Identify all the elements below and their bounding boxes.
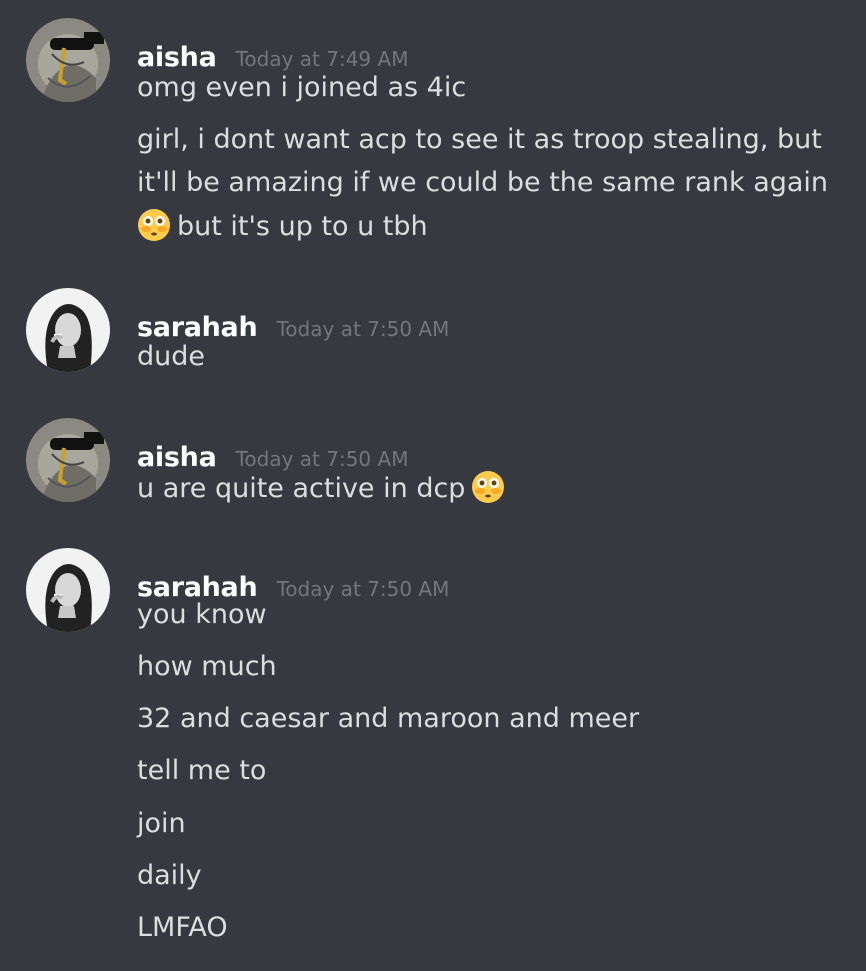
timestamp: Today at 7:50 AM	[235, 447, 409, 471]
message-text: u are quite active in dcp	[137, 473, 466, 504]
flushed-face-emoji	[471, 470, 505, 504]
username[interactable]: sarahah	[137, 312, 258, 343]
message-line: 32 and caesar and maroon and meer	[137, 703, 640, 734]
message-line: girl, i dont want acp to see it as troop…	[137, 124, 822, 155]
message-group-aisha-1: aisha Today at 7:49 AM omg even i joined…	[0, 18, 866, 258]
message-group-sarahah-2: sarahah Today at 7:50 AM you know how mu…	[0, 548, 866, 971]
message-line: you know	[137, 599, 267, 630]
message-line: dude	[137, 341, 206, 372]
message-group-aisha-2: aisha Today at 7:50 AM u are quite activ…	[0, 418, 866, 508]
message-line: it'll be amazing if we could be the same…	[137, 167, 829, 198]
message-text: but it's up to u tbh	[177, 211, 428, 242]
message-group-sarahah-1: sarahah Today at 7:50 AM dude	[0, 288, 866, 378]
sarahah-avatar[interactable]	[26, 288, 110, 372]
aisha-avatar[interactable]	[26, 418, 110, 502]
message-line: omg even i joined as 4ic	[137, 72, 467, 103]
aisha-avatar[interactable]	[26, 18, 110, 102]
message-line-with-emoji: but it's up to u tbh	[137, 208, 428, 244]
message-line: how much	[137, 651, 277, 682]
timestamp: Today at 7:50 AM	[276, 317, 450, 341]
sarahah-avatar[interactable]	[26, 548, 110, 632]
username[interactable]: aisha	[137, 442, 217, 473]
message-line: LMFAO	[137, 912, 228, 943]
message-line: daily	[137, 860, 202, 891]
flushed-face-emoji	[137, 208, 171, 242]
message-line: join	[137, 808, 186, 839]
message-line: tell me to	[137, 755, 267, 786]
username[interactable]: aisha	[137, 42, 217, 73]
message-line-with-emoji: u are quite active in dcp	[137, 470, 505, 506]
timestamp: Today at 7:50 AM	[276, 577, 450, 601]
timestamp: Today at 7:49 AM	[235, 47, 409, 71]
